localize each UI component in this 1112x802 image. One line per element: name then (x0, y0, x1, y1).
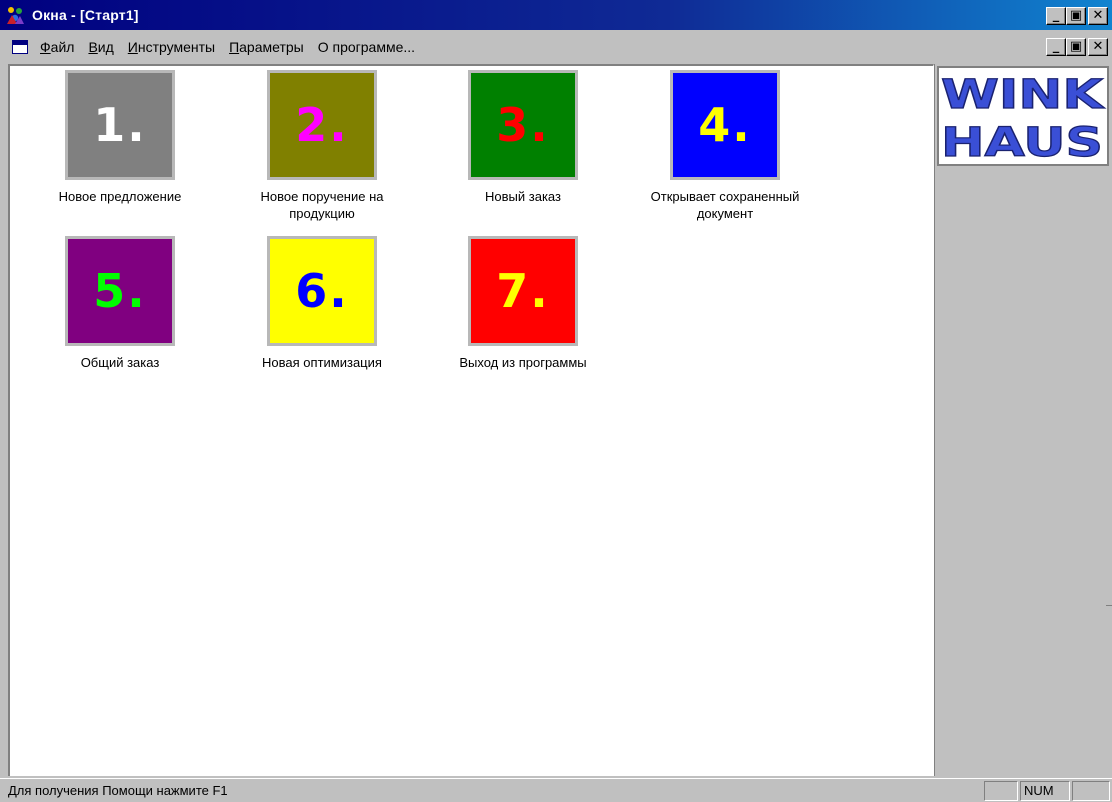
start-panel: 1. Новое предложение 2. Новое поручение … (8, 64, 934, 776)
tile-general-order[interactable]: 5. Общий заказ (20, 236, 220, 371)
tile-swatch[interactable]: 4. (670, 70, 780, 180)
tile-new-production-order[interactable]: 2. Новое поручение на продукцию (222, 70, 422, 222)
tile-swatch[interactable]: 3. (468, 70, 578, 180)
child-minimize-button[interactable]: _ (1046, 38, 1066, 56)
minimize-button[interactable]: _ (1046, 7, 1066, 25)
status-bar: Для получения Помощи нажмите F1 NUM (0, 778, 1112, 802)
tile-swatch[interactable]: 2. (267, 70, 377, 180)
tile-swatch[interactable]: 5. (65, 236, 175, 346)
tile-swatch[interactable]: 7. (468, 236, 578, 346)
app-window: Окна - [Старт1] _ ▣ ✕ Файл Вид Инструмен… (0, 0, 1112, 802)
window-controls: _ ▣ ✕ (1046, 7, 1108, 25)
menu-bar: Файл Вид Инструменты Параметры О програм… (0, 34, 1112, 60)
status-pane-caps (984, 780, 1018, 801)
tile-label: Новый заказ (485, 189, 561, 204)
tile-new-optimization[interactable]: 6. Новая оптимизация (222, 236, 422, 371)
splitter-mark (1106, 605, 1112, 606)
tile-label: Новое предложение (58, 189, 182, 204)
window-title: Окна - [Старт1] (32, 7, 139, 23)
tile-label: Выход из программы (459, 355, 587, 370)
document-icon[interactable] (12, 40, 28, 54)
logo-line-2: HAUS (941, 120, 1103, 164)
tile-label: Новое поручение на продукцию (260, 189, 384, 221)
menu-tools[interactable]: Инструменты (128, 39, 215, 55)
maximize-button[interactable]: ▣ (1066, 7, 1086, 25)
child-restore-button[interactable]: ▣ (1066, 38, 1086, 56)
status-pane-num: NUM (1020, 780, 1070, 801)
status-pane-scroll (1072, 780, 1110, 801)
title-bar[interactable]: Окна - [Старт1] _ ▣ ✕ (0, 0, 1112, 30)
tile-open-saved-document[interactable]: 4. Открывает сохраненный документ (625, 70, 825, 222)
tile-exit-program[interactable]: 7. Выход из программы (423, 236, 623, 371)
winkhaus-logo: WINK HAUS (937, 66, 1109, 166)
side-panel: WINK HAUS (934, 64, 1112, 776)
child-close-button[interactable]: ✕ (1088, 38, 1108, 56)
tile-new-offer[interactable]: 1. Новое предложение (20, 70, 220, 205)
tile-new-order[interactable]: 3. Новый заказ (423, 70, 623, 205)
logo-line-1: WINK (941, 72, 1106, 118)
close-button[interactable]: ✕ (1088, 7, 1108, 25)
logo-graphic: WINK HAUS (939, 68, 1107, 164)
menu-parameters[interactable]: Параметры (229, 39, 304, 55)
child-window-controls: _ ▣ ✕ (1046, 38, 1108, 56)
menu-file[interactable]: Файл (40, 39, 74, 55)
tile-label: Открывает сохраненный документ (650, 189, 800, 221)
tile-swatch[interactable]: 1. (65, 70, 175, 180)
tile-label: Новая оптимизация (262, 355, 382, 370)
app-icon[interactable] (4, 4, 26, 26)
tile-label: Общий заказ (80, 355, 160, 370)
menu-view[interactable]: Вид (88, 39, 113, 55)
status-text: Для получения Помощи нажмите F1 (8, 783, 228, 798)
menu-about[interactable]: О программе... (318, 39, 415, 55)
tile-swatch[interactable]: 6. (267, 236, 377, 346)
